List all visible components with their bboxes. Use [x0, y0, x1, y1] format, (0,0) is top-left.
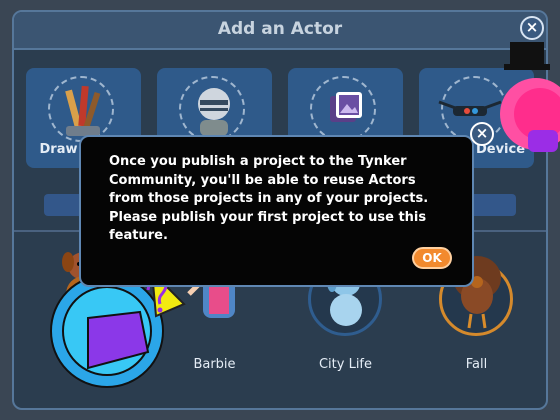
stage: Add an Actor Draw Device Barbie City Lif… [0, 0, 560, 420]
photo-icon [330, 92, 362, 122]
ok-button[interactable]: OK [412, 247, 452, 269]
snowman-sprite [500, 42, 560, 152]
drone-icon [438, 100, 502, 116]
modal-message: Once you publish a project to the Tynker… [109, 154, 429, 243]
pencil-brush-icon [65, 85, 101, 136]
actor-label: Barbie [193, 357, 236, 372]
dialog-header: Add an Actor [14, 12, 546, 50]
dialog-title: Add an Actor [217, 19, 343, 39]
football-player-icon [198, 88, 230, 136]
close-icon[interactable]: × [520, 16, 544, 40]
modal-close-icon[interactable]: × [470, 122, 494, 146]
actor-label: Fall [465, 357, 488, 372]
actor-label: City Life [318, 357, 373, 372]
publish-required-modal: Once you publish a project to the Tynker… [79, 135, 474, 287]
